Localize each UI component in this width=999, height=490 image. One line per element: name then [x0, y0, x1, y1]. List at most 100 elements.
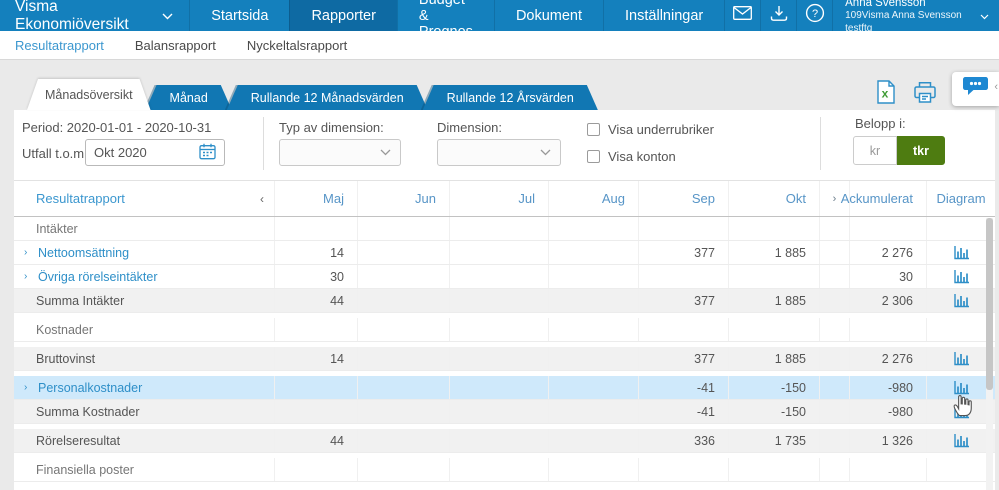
- tab-rullande-12-manadsvarden[interactable]: Rullande 12 Månadsvärden: [227, 85, 428, 110]
- utfall-date-input[interactable]: [94, 145, 199, 160]
- table-row-ovriga-rorelseintakter: ›Övriga rörelseintäkter3030: [14, 265, 995, 289]
- value-cell-maj: 14: [274, 347, 357, 370]
- col-header-aug[interactable]: Aug: [548, 181, 638, 216]
- page-area: MånadsöversiktMånadRullande 12 Månadsvär…: [0, 60, 999, 490]
- value-cell-maj: [274, 217, 357, 240]
- nav-item-dokument[interactable]: Dokument: [494, 0, 603, 31]
- chevron-down-icon: [162, 11, 173, 20]
- col-header-maj[interactable]: Maj: [274, 181, 357, 216]
- value-cell-jun: [357, 400, 449, 423]
- value-cell-jul: [449, 458, 548, 481]
- help-button[interactable]: ?: [796, 0, 832, 31]
- col-header-okt[interactable]: Okt: [728, 181, 819, 216]
- value-cell-jul: [449, 318, 548, 341]
- help-icon: ?: [805, 3, 825, 28]
- user-name: Anna Svensson: [845, 0, 971, 10]
- tab-face: Månadsöversikt: [27, 79, 151, 110]
- row-label: Kostnader: [36, 323, 93, 337]
- bar-chart-icon[interactable]: [953, 269, 970, 284]
- diagram-cell: [926, 347, 995, 370]
- expand-row-chevron[interactable]: ›: [24, 247, 38, 258]
- diagram-cell: [926, 318, 995, 341]
- nav-item-startsida[interactable]: Startsida: [189, 0, 289, 31]
- subnav-item-nyckeltalsrapport[interactable]: Nyckeltalsrapport: [247, 38, 347, 53]
- subnav-item-resultatrapport[interactable]: Resultatrapport: [15, 38, 104, 53]
- brand-menu[interactable]: Visma Ekonomiöversikt: [0, 0, 189, 31]
- table-row-rorelseresultat: Rörelseresultat443361 7351 326: [14, 429, 995, 453]
- nav-item-rapporter[interactable]: Rapporter: [289, 0, 396, 31]
- messages-button[interactable]: [724, 0, 760, 31]
- expand-row-chevron[interactable]: ›: [24, 382, 38, 393]
- feedback-chat-button[interactable]: ‹: [952, 72, 999, 106]
- nav-item-budget-prognos[interactable]: Budget & Prognos: [397, 0, 494, 31]
- dimension-type-select[interactable]: [279, 139, 401, 166]
- collapse-columns-chevron[interactable]: ‹: [260, 192, 264, 206]
- bar-chart-icon[interactable]: [953, 293, 970, 308]
- row-label-cell[interactable]: ›Personalkostnader: [14, 376, 274, 399]
- visa-konton-checkbox-row[interactable]: Visa konton: [587, 149, 676, 164]
- belopp-tkr-button[interactable]: tkr: [897, 136, 945, 165]
- vertical-scrollbar[interactable]: [986, 218, 993, 490]
- value-cell-jul: [449, 241, 548, 264]
- tab-manadsoversikt[interactable]: Månadsöversikt: [27, 79, 151, 110]
- belopp-kr-button[interactable]: kr: [853, 136, 897, 165]
- value-cell-jun: [357, 217, 449, 240]
- value-cell-jun: [357, 458, 449, 481]
- value-cell-okt: 1 735: [728, 429, 819, 452]
- bar-chart-icon[interactable]: [953, 245, 970, 260]
- expand-row-chevron[interactable]: ›: [24, 271, 38, 282]
- download-button[interactable]: [760, 0, 796, 31]
- checkbox-icon[interactable]: [587, 150, 600, 163]
- excel-icon: x: [876, 80, 896, 109]
- panel-actions: x: [876, 80, 937, 109]
- svg-text:x: x: [882, 87, 889, 101]
- value-cell-sep: [638, 217, 728, 240]
- col-header-jul[interactable]: Jul: [449, 181, 548, 216]
- value-cell-sep: [638, 318, 728, 341]
- user-menu[interactable]: Anna Svensson 109Visma Anna Svensson tes…: [832, 0, 999, 31]
- tab-manad[interactable]: Månad: [146, 85, 232, 110]
- svg-text:?: ?: [812, 8, 818, 20]
- row-label-cell[interactable]: ›Övriga rörelseintäkter: [14, 265, 274, 288]
- bar-chart-icon[interactable]: [953, 351, 970, 366]
- value-cell-ackumulerat: [849, 217, 926, 240]
- bar-chart-icon[interactable]: [953, 404, 970, 419]
- chat-bubble-icon: [962, 76, 989, 102]
- print-button[interactable]: [913, 81, 937, 109]
- col-header-ackumulerat[interactable]: Ackumulerat: [849, 181, 926, 216]
- value-cell-okt: 1 885: [728, 241, 819, 264]
- checkbox-icon[interactable]: [587, 123, 600, 136]
- filter-bar: Period: 2020-01-01 - 2020-10-31 Utfall t…: [14, 110, 995, 180]
- subnav-item-balansrapport[interactable]: Balansrapport: [135, 38, 216, 53]
- spacer-cell: [819, 265, 849, 288]
- row-label-cell: Kostnader: [14, 318, 274, 341]
- value-cell-ackumulerat: -980: [849, 400, 926, 423]
- row-label: Bruttovinst: [36, 352, 95, 366]
- col-header-jun[interactable]: Jun: [357, 181, 449, 216]
- col-header-sep[interactable]: Sep: [638, 181, 728, 216]
- bar-chart-icon[interactable]: [953, 433, 970, 448]
- dimension-label: Dimension:: [437, 120, 502, 135]
- row-label-cell[interactable]: ›Nettoomsättning: [14, 241, 274, 264]
- dimension-select[interactable]: [437, 139, 561, 166]
- calendar-icon[interactable]: [199, 143, 216, 163]
- value-cell-aug: [548, 289, 638, 312]
- visa-underrubriker-label: Visa underrubriker: [608, 122, 714, 137]
- tab-rullande-12-arsvarden[interactable]: Rullande 12 Årsvärden: [423, 85, 598, 110]
- spacer-cell: [819, 376, 849, 399]
- value-cell-sep: [638, 265, 728, 288]
- value-cell-jul: [449, 347, 548, 370]
- period-label: Period: 2020-01-01 - 2020-10-31: [22, 120, 211, 135]
- visa-underrubriker-checkbox-row[interactable]: Visa underrubriker: [587, 122, 714, 137]
- topnav-right: ? Anna Svensson 109Visma Anna Svensson t…: [724, 0, 999, 31]
- bar-chart-icon[interactable]: [953, 380, 970, 395]
- value-cell-jul: [449, 400, 548, 423]
- utfall-date-field[interactable]: [85, 139, 225, 166]
- export-excel-button[interactable]: x: [876, 80, 896, 109]
- nav-item-installningar[interactable]: Inställningar: [603, 0, 724, 31]
- value-cell-ackumulerat: 2 276: [849, 241, 926, 264]
- envelope-icon: [733, 6, 752, 25]
- scrollbar-thumb[interactable]: [986, 218, 993, 390]
- value-cell-sep: -41: [638, 400, 728, 423]
- row-label: Övriga rörelseintäkter: [38, 270, 158, 284]
